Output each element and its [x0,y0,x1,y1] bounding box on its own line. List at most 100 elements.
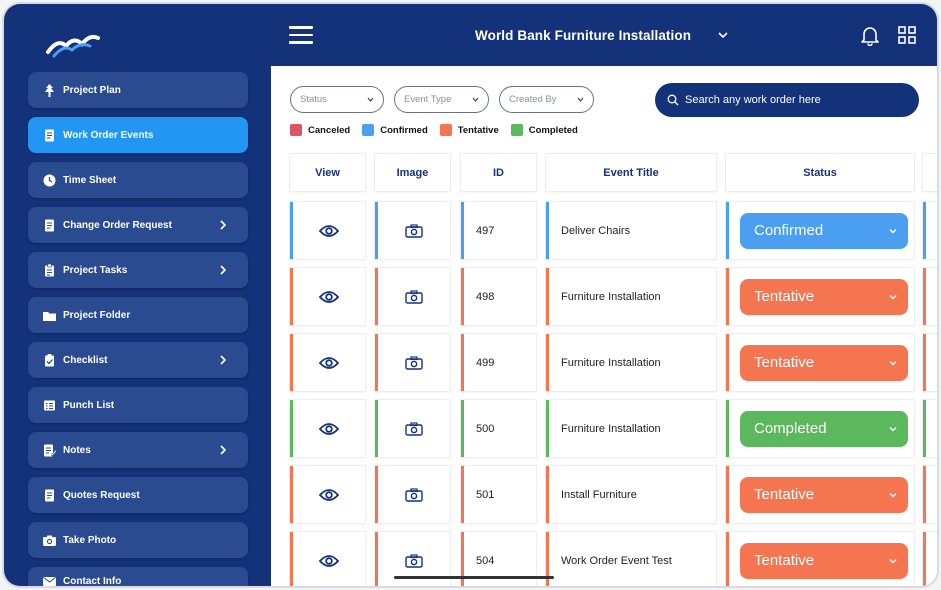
eye-icon [319,422,339,435]
image-button[interactable] [375,400,450,457]
chevron-down-icon[interactable] [716,28,730,42]
sidebar-item-label: Change Order Request [63,219,172,231]
cell-status: Tentative [726,268,914,325]
sidebar-item-project-tasks[interactable]: Project Tasks [28,252,248,288]
cell-event-title: Install Furniture [546,466,716,523]
legend-label: Completed [528,124,578,136]
eye-icon [319,290,339,303]
sidebar-item-label: Project Folder [63,309,131,321]
folder-icon [43,311,56,321]
sidebar-item-take-photo[interactable]: Take Photo [28,522,248,558]
event-title: Furniture Installation [561,356,661,369]
work-order-id: 504 [476,554,495,567]
home-indicator[interactable] [394,576,554,579]
camera-icon [405,421,423,436]
status-value: Tentative [754,486,815,503]
cell-id: 498 [461,268,536,325]
document-icon [45,129,54,141]
image-button[interactable] [375,334,450,391]
sidebar-item-label: Take Photo [63,534,117,546]
cell-status: Tentative [726,466,914,523]
status-dropdown[interactable]: Tentative [740,476,908,513]
sidebar-item-project-plan[interactable]: Project Plan [28,72,248,108]
cell-more [923,202,937,259]
grid-icon[interactable] [898,26,916,44]
sidebar-item-change-order-request[interactable]: Change Order Request [28,207,248,243]
eye-icon [319,224,339,237]
column-header-image[interactable]: Image [375,154,450,191]
sidebar-item-time-sheet[interactable]: Time Sheet [28,162,248,198]
sidebar-item-contact-info[interactable]: Contact Info [28,567,248,586]
column-header-view[interactable]: View [290,154,365,191]
search-input[interactable]: Search any work order here [655,83,919,117]
clipboard-icon [45,263,54,276]
status-dropdown[interactable]: Tentative [740,542,908,579]
work-order-id: 498 [476,290,495,303]
sidebar-item-project-folder[interactable]: Project Folder [28,297,248,333]
view-button[interactable] [290,268,365,325]
sidebar-item-checklist[interactable]: Checklist [28,342,248,378]
event-type-filter[interactable]: Event Type [394,86,489,113]
column-header-id[interactable]: ID [461,154,536,191]
event-title: Work Order Event Test [561,554,672,567]
column-header-label: View [315,166,340,179]
column-header-event-title[interactable]: Event Title [546,154,716,191]
status-dropdown[interactable]: Confirmed [740,212,908,249]
view-button[interactable] [290,400,365,457]
view-button[interactable] [290,466,365,523]
legend-item-completed: Completed [510,124,578,136]
column-header-status[interactable]: Status [726,154,914,191]
image-button[interactable] [375,532,450,586]
chevron-down-icon [367,97,374,102]
chevron-right-icon [220,355,227,365]
status-filter[interactable]: Status [290,86,384,113]
sidebar-item-label: Work Order Events [63,129,154,141]
image-button[interactable] [375,466,450,523]
view-button[interactable] [290,334,365,391]
sidebar-item-punch-list[interactable]: Punch List [28,387,248,423]
status-filter-label: Status [300,94,327,105]
cell-more [923,400,937,457]
sidebar-item-work-order-events[interactable]: Work Order Events [28,117,248,153]
bell-icon[interactable] [859,24,881,46]
created-by-filter-label: Created By [509,94,557,105]
image-button[interactable] [375,202,450,259]
status-dropdown[interactable]: Tentative [740,344,908,381]
chevron-right-icon [220,265,227,275]
notes-icon [44,444,57,456]
sidebar-item-notes[interactable]: Notes [28,432,248,468]
sidebar-nav: Project Plan Work Order Events Time Sheet C… [28,72,248,586]
sidebar-item-label: Project Plan [63,84,121,96]
eye-icon [319,356,339,369]
eye-icon [319,488,339,501]
chevron-down-icon [889,360,897,365]
event-title: Deliver Chairs [561,224,631,237]
status-value: Confirmed [754,222,824,239]
chevron-down-icon [889,492,897,497]
column-header-label: Status [803,166,837,179]
menu-icon[interactable] [289,26,313,44]
sidebar-item-quotes-request[interactable]: Quotes Request [28,477,248,513]
camera-icon [405,553,423,568]
created-by-filter[interactable]: Created By [499,86,594,113]
view-button[interactable] [290,202,365,259]
work-order-id: 499 [476,356,495,369]
work-order-id: 500 [476,422,495,435]
cell-more [923,268,937,325]
legend-label: Canceled [308,124,351,136]
legend-label: Tentative [457,124,499,136]
sidebar-item-label: Punch List [63,399,115,411]
eye-icon [319,554,339,567]
cell-id: 504 [461,532,536,586]
tablet-screen: Project Plan Work Order Events Time Sheet C… [2,2,939,588]
camera-icon [405,487,423,502]
clock-icon [43,174,56,186]
status-value: Tentative [754,288,815,305]
status-dropdown[interactable]: Tentative [740,278,908,315]
view-button[interactable] [290,532,365,586]
status-dropdown[interactable]: Completed [740,410,908,447]
chevron-down-icon [472,97,479,102]
image-button[interactable] [375,268,450,325]
top-bar: World Bank Furniture Installation [271,4,937,66]
legend-item-confirmed: Confirmed [362,124,428,136]
